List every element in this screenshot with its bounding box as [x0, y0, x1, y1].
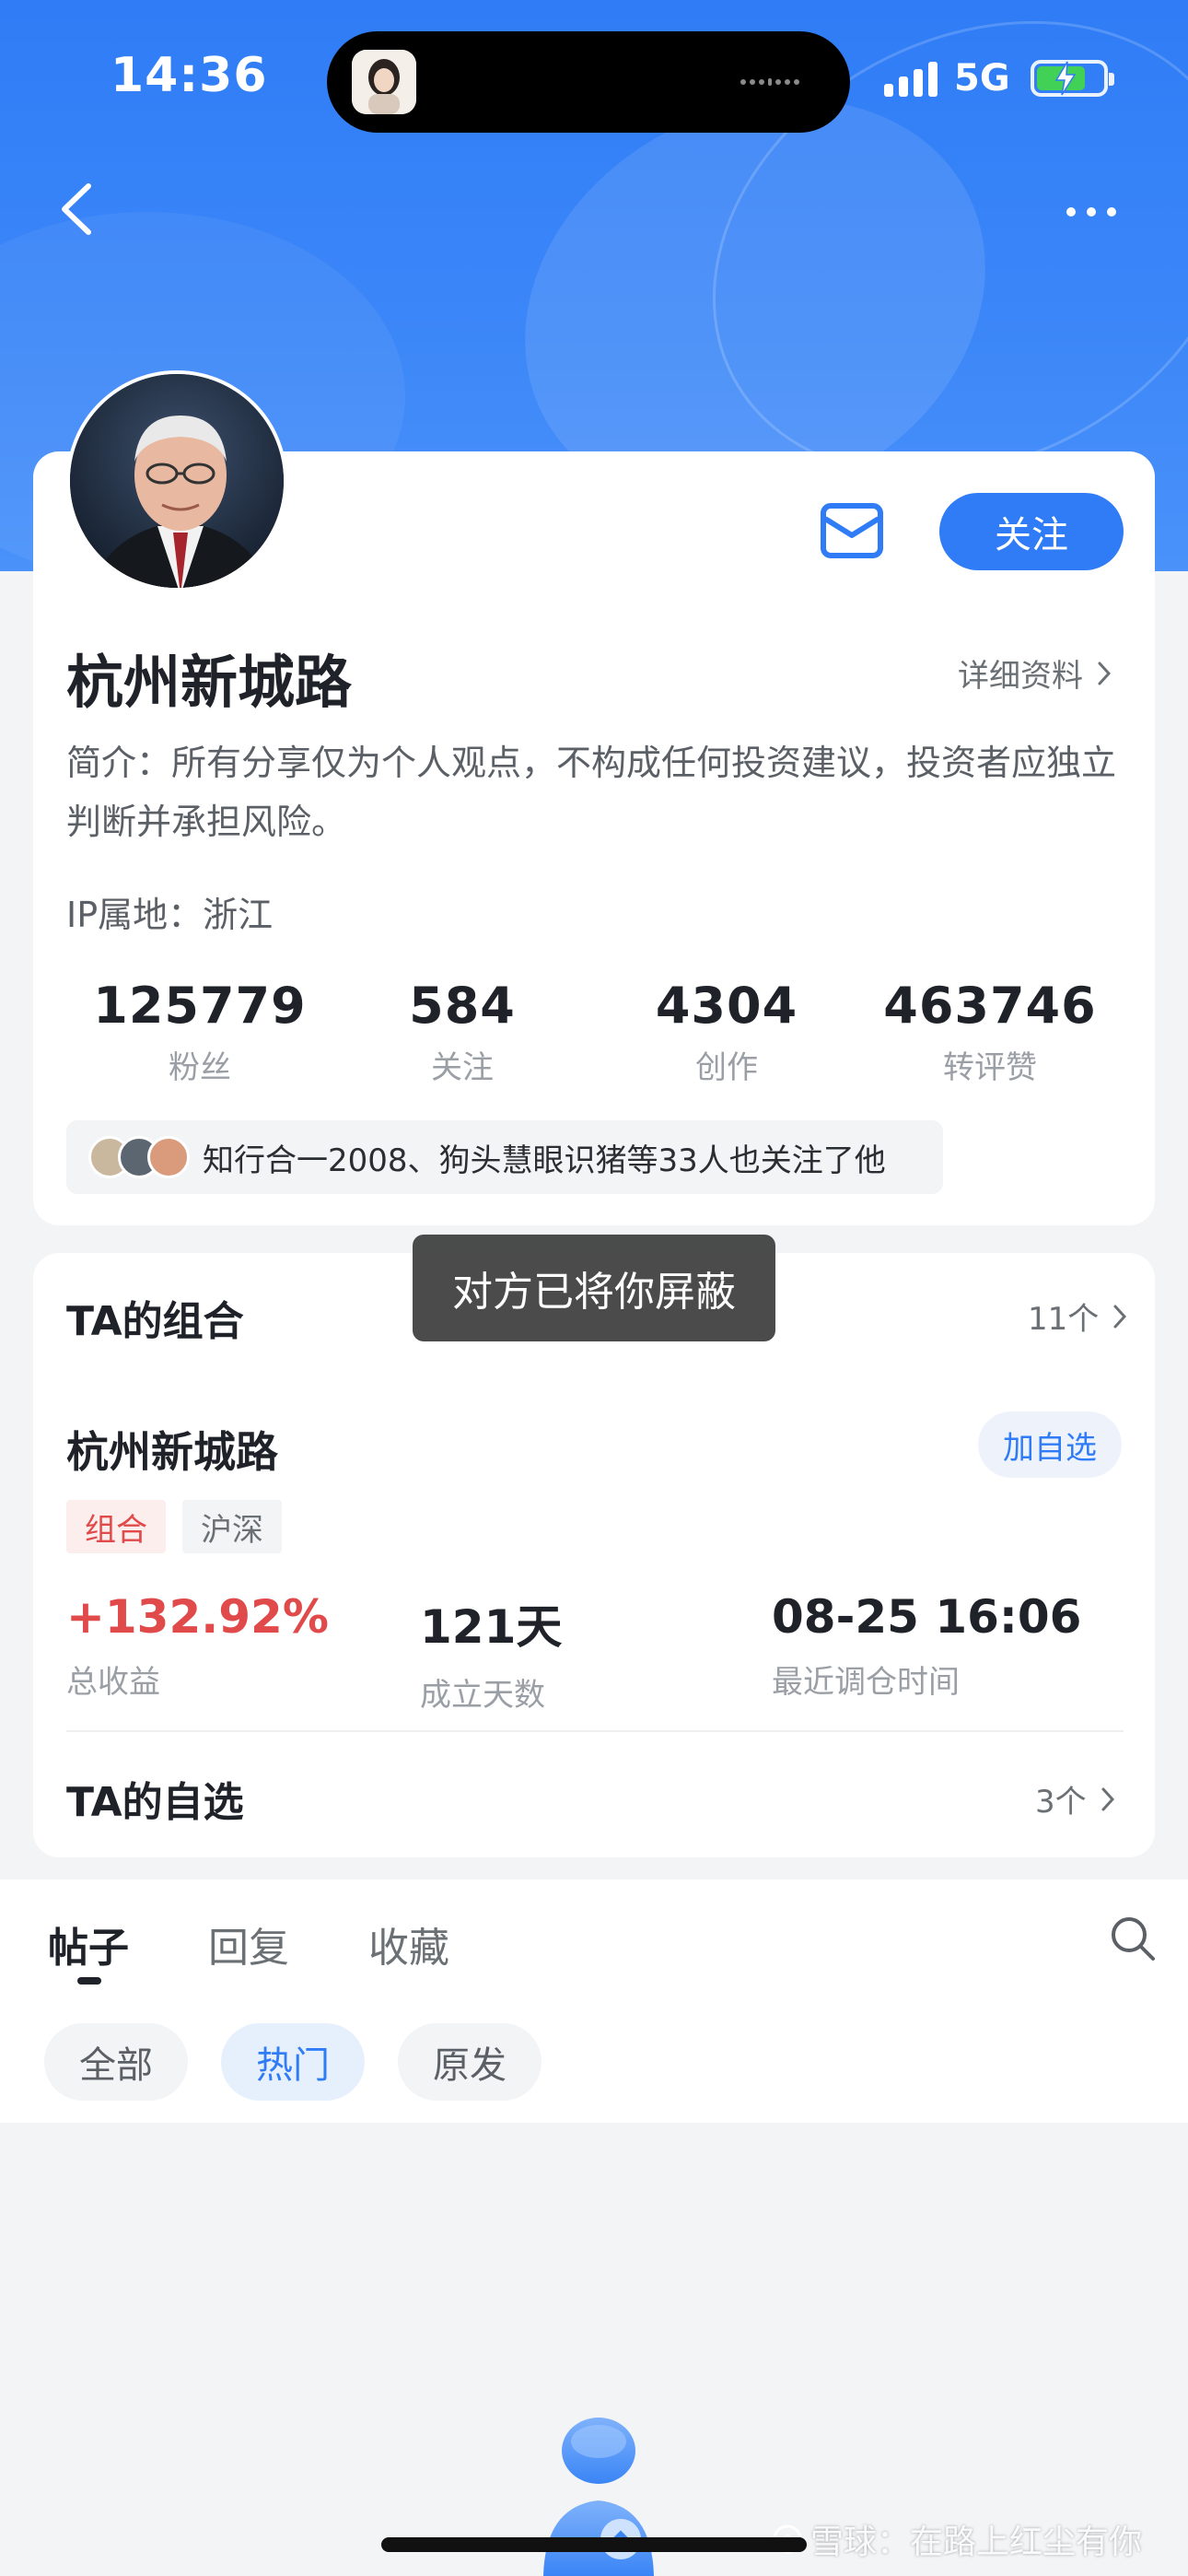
mutual-avatars	[88, 1136, 192, 1178]
chevron-right-icon	[1098, 662, 1112, 685]
metric-days: 121天 成立天数	[420, 1590, 562, 1715]
blocked-toast: 对方已将你屏蔽	[413, 1235, 775, 1341]
profile-bio: 简介：所有分享仅为个人观点，不构成任何投资建议，投资者应独立判断并承担风险。	[66, 743, 1117, 842]
portfolio-count: 11个	[1028, 1301, 1100, 1338]
mail-icon[interactable]	[820, 502, 884, 559]
avatar	[147, 1136, 190, 1178]
stat-following[interactable]: 584 关注	[333, 977, 591, 1087]
ip-location: IP属地：浙江	[66, 895, 274, 935]
more-horizontal-icon[interactable]	[1059, 193, 1124, 230]
metric-last-rebalance: 08-25 16:06 最近调仓时间	[772, 1590, 1081, 1702]
portfolio-count-link[interactable]: 11个	[1028, 1294, 1128, 1339]
portfolio-section-title: TA的组合	[66, 1298, 244, 1345]
waveform-icon	[740, 78, 799, 86]
watchlist-count-link[interactable]: 3个	[1035, 1776, 1116, 1821]
metric-value: +132.92%	[66, 1590, 329, 1644]
battery-charging-icon	[1030, 60, 1114, 97]
chevron-right-icon	[1101, 1787, 1114, 1810]
detail-profile-link[interactable]: 详细资料	[958, 650, 1112, 696]
tab-favorites[interactable]: 收藏	[368, 1914, 449, 1973]
home-indicator	[381, 2537, 807, 2552]
network-type: 5G	[954, 57, 1010, 100]
stat-posts[interactable]: 4304 创作	[593, 977, 860, 1087]
add-to-watchlist-button[interactable]: 加自选	[978, 1411, 1122, 1478]
stat-value: 584	[409, 977, 516, 1035]
chevron-left-icon[interactable]	[52, 177, 103, 241]
dynamic-island	[327, 31, 850, 133]
status-time: 14:36	[111, 48, 268, 103]
island-app-thumbnail	[352, 50, 416, 114]
watchlist-section-title: TA的自选	[66, 1779, 244, 1826]
avatar[interactable]	[66, 370, 287, 591]
status-indicators: 5G	[884, 55, 1114, 101]
profile-stats: 125779 粉丝 584 关注 4304 创作 463746 转评赞	[66, 977, 1125, 1096]
watermark-text: 雪球：在路上红尘有你	[810, 2523, 1143, 2561]
tab-replies[interactable]: 回复	[208, 1914, 289, 1973]
stat-value: 463746	[883, 977, 1097, 1035]
stat-value: 125779	[93, 977, 307, 1035]
market-tag: 沪深	[182, 1500, 282, 1553]
tab-posts[interactable]: 帖子	[48, 1914, 129, 1973]
stat-followers[interactable]: 125779 粉丝	[66, 977, 333, 1087]
stat-label: 转评赞	[943, 1049, 1037, 1086]
watchlist-count: 3个	[1035, 1784, 1087, 1821]
mutual-followers-bar[interactable]: 知行合一2008、狗头慧眼识猪等33人也关注了他	[66, 1120, 943, 1194]
profile-screen: 14:36 5G 关注 杭州新城路 详细资料 简介：所有分享仅为个人观点，不构成…	[0, 0, 1188, 2576]
search-icon[interactable]	[1109, 1914, 1157, 1962]
stat-interactions[interactable]: 463746 转评赞	[856, 977, 1124, 1087]
detail-profile-label: 详细资料	[958, 658, 1083, 695]
active-tab-indicator	[77, 1977, 101, 1985]
metric-value: 121天	[420, 1600, 563, 1654]
stat-label: 创作	[695, 1049, 758, 1086]
metric-label: 成立天数	[420, 1677, 545, 1714]
mutual-followers-text: 知行合一2008、狗头慧眼识猪等33人也关注了他	[203, 1142, 886, 1179]
filter-all[interactable]: 全部	[44, 2023, 188, 2101]
follow-button[interactable]: 关注	[939, 493, 1124, 570]
profile-name: 杭州新城路	[66, 649, 353, 716]
metric-value: 08-25 16:06	[772, 1590, 1082, 1644]
watermark: 雪球：在路上红尘有你	[772, 2515, 1142, 2563]
filter-original[interactable]: 原发	[398, 2023, 542, 2101]
metric-total-return: +132.92% 总收益	[66, 1590, 329, 1702]
stat-value: 4304	[655, 977, 798, 1035]
metric-label: 总收益	[66, 1664, 160, 1701]
portfolio-type-tag: 组合	[66, 1500, 166, 1553]
divider	[66, 1730, 1124, 1732]
stat-label: 关注	[431, 1049, 494, 1086]
stat-label: 粉丝	[169, 1049, 231, 1086]
filter-hot[interactable]: 热门	[221, 2023, 365, 2101]
portfolio-name[interactable]: 杭州新城路	[66, 1419, 278, 1480]
signal-icon	[884, 60, 938, 97]
chevron-right-icon	[1113, 1305, 1127, 1328]
metric-label: 最近调仓时间	[772, 1664, 960, 1701]
